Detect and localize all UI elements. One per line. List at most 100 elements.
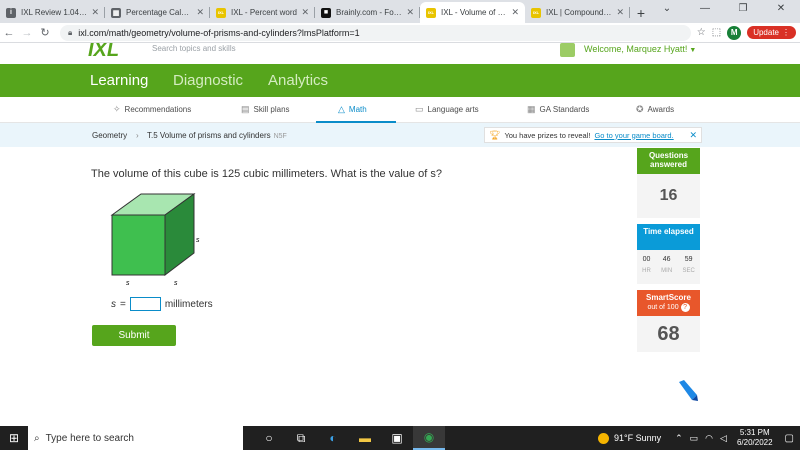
breadcrumb-subject[interactable]: Geometry <box>92 131 127 140</box>
cortana-icon[interactable]: ○ <box>253 426 285 450</box>
help-icon[interactable]: ? <box>680 303 690 312</box>
restore-icon[interactable]: ❐ <box>724 0 762 18</box>
nav-analytics[interactable]: Analytics <box>268 72 328 89</box>
tab-title: IXL - Volume of pris <box>441 8 508 17</box>
edge-icon[interactable]: ◐ <box>317 426 349 450</box>
close-tab-icon[interactable]: ✕ <box>91 7 99 18</box>
smartscore-label: SmartScore out of 100 ? <box>637 290 700 316</box>
ixl-logo[interactable]: IXL <box>88 43 119 57</box>
topic-search-input[interactable]: Search topics and skills <box>152 44 236 53</box>
minimize-icon[interactable]: — <box>686 0 724 18</box>
taskbar-search-placeholder: Type here to search <box>45 432 134 444</box>
time-minutes: 46 MIN <box>661 256 672 284</box>
subnav-recommendations[interactable]: ✧ Recommendations <box>113 104 191 115</box>
tab-title: IXL | Compound int <box>546 8 613 17</box>
time-elapsed-value: 00 HR 46 MIN 59 SEC <box>637 250 700 284</box>
file-explorer-icon[interactable]: ▬ <box>349 426 381 450</box>
browser-tab[interactable]: IXL IXL - Percent word ✕ <box>210 2 315 23</box>
profile-avatar[interactable]: M <box>727 25 742 40</box>
task-view-icon[interactable]: ⧉ <box>285 426 317 450</box>
submit-button[interactable]: Submit <box>92 325 176 346</box>
chevron-down-icon: ▼ <box>689 47 697 54</box>
math-icon: △ <box>338 104 345 114</box>
answer-input[interactable] <box>129 297 161 311</box>
back-icon[interactable]: ← <box>0 27 18 39</box>
main-nav: Learning Diagnostic Analytics <box>0 64 800 97</box>
network-icon[interactable]: ▭ <box>690 433 699 444</box>
weather-widget[interactable]: 91°F Sunny <box>597 432 661 444</box>
extensions-icon[interactable]: ⬚ <box>712 27 721 38</box>
tab-search-icon[interactable]: ⌄ <box>648 0 686 18</box>
close-tab-icon[interactable]: ✕ <box>406 7 414 18</box>
skill-name: T.5 Volume of prisms and cylinders <box>147 131 271 140</box>
search-icon: ⌕ <box>34 432 40 444</box>
tray-chevron-icon[interactable]: ⌃ <box>675 433 683 444</box>
backpack-icon[interactable] <box>560 43 575 57</box>
question-prompt: The volume of this cube is 125 cubic mil… <box>91 168 442 180</box>
notifications-icon[interactable]: ▢ <box>785 433 794 444</box>
address-bar: ← → ↻ 🔒︎ ixl.com/math/geometry/volume-of… <box>0 23 800 43</box>
subnav-label: Math <box>348 105 367 114</box>
welcome-menu[interactable]: Welcome, Marquez Hyatt! ▼ <box>584 44 696 54</box>
url-field[interactable]: 🔒︎ ixl.com/math/geometry/volume-of-prism… <box>60 24 691 41</box>
browser-tab[interactable]: i IXL Review 1.04 (Al ✕ <box>0 2 105 23</box>
subject-nav: ✧ Recommendations ▤ Skill plans △ Math ▭ Lan… <box>0 97 800 123</box>
subnav-label: Skill plans <box>253 105 290 114</box>
url-text: ixl.com/math/geometry/volume-of-prisms-a… <box>78 27 360 38</box>
browser-tab[interactable]: IXL IXL - Volume of pris ✕ <box>420 2 525 23</box>
nav-diagnostic[interactable]: Diagnostic <box>173 72 243 89</box>
time-seconds: 59 SEC <box>682 256 694 284</box>
windows-start-icon[interactable]: ⊞ <box>0 431 28 445</box>
game-board-link[interactable]: Go to your game board. <box>594 131 673 140</box>
subnav-label: Awards <box>647 105 675 114</box>
time-number: 46 <box>662 256 671 263</box>
browser-tab[interactable]: ■ Brainly.com - For st ✕ <box>315 2 420 23</box>
forward-icon[interactable]: → <box>18 27 36 39</box>
clock-date: 6/20/2022 <box>736 438 773 447</box>
reload-icon[interactable]: ↻ <box>36 26 54 39</box>
taskbar-search[interactable]: ⌕ Type here to search <box>28 426 243 450</box>
update-button[interactable]: Update <box>747 26 796 39</box>
recommendations-icon: ✧ <box>113 104 121 114</box>
bookmark-star-icon[interactable]: ☆ <box>697 27 706 38</box>
subnav-ga-standards[interactable]: ▦ GA Standards <box>527 104 589 115</box>
browser-tab-strip: i IXL Review 1.04 (Al ✕ ▦ Percentage Calcula… <box>0 0 800 23</box>
edge-label-depth: s <box>196 237 200 244</box>
close-window-icon[interactable]: ✕ <box>762 0 800 18</box>
answer-row: s = millimeters <box>111 297 213 311</box>
tab-title: IXL Review 1.04 (Al <box>21 8 88 17</box>
prize-text: You have prizes to reveal! <box>504 130 591 140</box>
smartscore-subtitle: out of 100 ? <box>637 303 700 313</box>
questions-answered-value: 16 <box>637 174 700 218</box>
close-icon[interactable]: ✕ <box>689 130 697 141</box>
close-tab-icon[interactable]: ✕ <box>511 7 519 18</box>
subnav-label: Language arts <box>427 105 479 114</box>
standards-icon: ▦ <box>527 104 536 114</box>
subnav-awards[interactable]: ✪ Awards <box>636 104 674 115</box>
skill-code: N5F <box>273 133 287 140</box>
pencil-icon[interactable] <box>675 378 699 402</box>
subnav-language-arts[interactable]: ▭ Language arts <box>415 104 479 115</box>
clock-time: 5:31 PM <box>739 428 770 437</box>
time-hours: 00 HR <box>642 256 651 284</box>
nav-learning[interactable]: Learning <box>90 72 148 89</box>
close-tab-icon[interactable]: ✕ <box>196 7 204 18</box>
volume-icon[interactable]: ◁ <box>720 433 727 444</box>
windows-taskbar: ⊞ ⌕ Type here to search ○ ⧉ ◐ ▬ ▣ ◉ 91°F… <box>0 426 800 450</box>
chrome-icon[interactable]: ◉ <box>413 426 445 450</box>
wifi-icon[interactable]: ◠ <box>705 433 713 444</box>
subnav-skill-plans[interactable]: ▤ Skill plans <box>241 104 290 115</box>
tab-title: Percentage Calcula <box>126 8 193 17</box>
ixl-header: IXL Search topics and skills Welcome, Ma… <box>0 43 800 64</box>
store-icon[interactable]: ▣ <box>381 426 413 450</box>
subnav-label: Recommendations <box>124 105 192 114</box>
close-tab-icon[interactable]: ✕ <box>616 7 624 18</box>
browser-tab[interactable]: IXL IXL | Compound int ✕ <box>525 2 630 23</box>
cube-diagram: s s s <box>110 193 200 287</box>
questions-answered-label: Questions answered <box>637 148 700 174</box>
browser-tab[interactable]: ▦ Percentage Calcula ✕ <box>105 2 210 23</box>
tab-separator <box>629 7 630 18</box>
clock[interactable]: 5:31 PM 6/20/2022 <box>737 428 773 448</box>
subnav-math[interactable]: △ Math <box>338 104 367 115</box>
close-tab-icon[interactable]: ✕ <box>301 7 309 18</box>
